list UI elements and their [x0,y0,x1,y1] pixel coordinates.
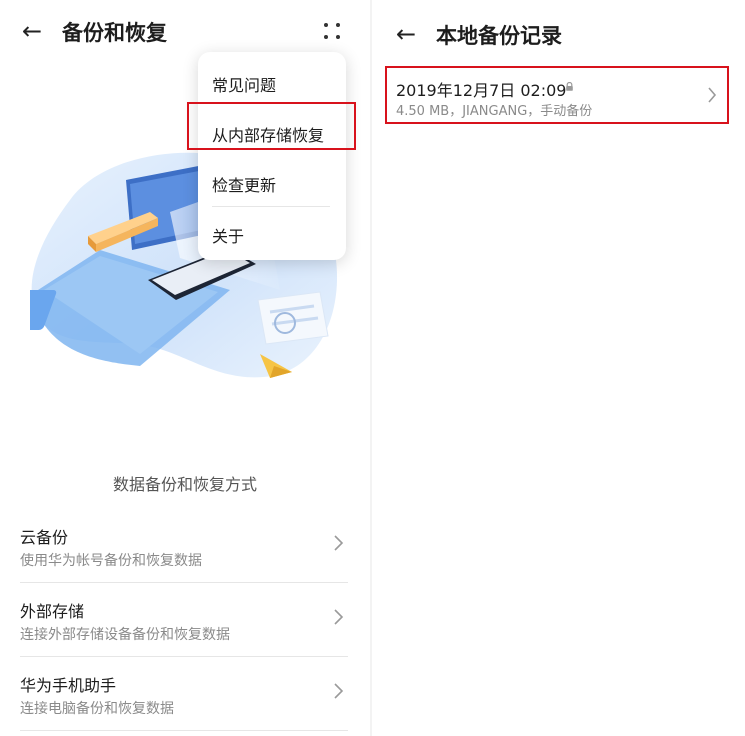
menu-item-check-updates[interactable]: 检查更新 [212,172,332,196]
option-title: 云备份 [20,528,69,547]
chevron-right-icon [708,87,717,103]
page-title: 备份和恢复 [62,21,167,45]
page-title: 本地备份记录 [436,24,562,48]
more-vertical-dots-icon[interactable] [320,20,346,44]
chevron-right-icon [334,609,344,625]
highlight-box [187,102,356,150]
menu-divider [212,206,330,207]
back-arrow-icon[interactable]: ← [22,19,42,43]
section-title: 数据备份和恢复方式 [112,475,257,494]
option-subtitle: 连接外部存储设备备份和恢复数据 [20,627,230,643]
option-title: 华为手机助手 [20,676,117,695]
record-details: 4.50 MB，JIANGANG，手动备份 [396,104,593,119]
menu-item-about[interactable]: 关于 [212,223,332,247]
backup-restore-screen: ← 备份和恢复 常见问题 从内部存储恢复 检查更新 关于 数据备份和恢复方式 云… [0,0,370,736]
chevron-right-icon [334,535,344,551]
option-subtitle: 连接电脑备份和恢复数据 [20,701,174,717]
option-subtitle: 使用华为帐号备份和恢复数据 [20,553,202,569]
option-cloud-backup[interactable]: 云备份 使用华为帐号备份和恢复数据 [20,510,348,583]
local-backup-records-screen: ← 本地备份记录 2019年12月7日 02:09 4.50 MB，JIANGA… [372,0,745,736]
option-external-storage[interactable]: 外部存储 连接外部存储设备备份和恢复数据 [20,584,348,657]
record-date-time: 2019年12月7日 02:09 [396,81,567,100]
backup-record-item[interactable]: 2019年12月7日 02:09 4.50 MB，JIANGANG，手动备份 [385,66,729,124]
lock-icon [566,82,573,91]
menu-item-faq[interactable]: 常见问题 [212,72,332,96]
option-hisuite[interactable]: 华为手机助手 连接电脑备份和恢复数据 [20,658,348,731]
overflow-menu: 常见问题 从内部存储恢复 检查更新 关于 [198,52,346,260]
option-title: 外部存储 [20,602,85,621]
back-arrow-icon[interactable]: ← [396,22,416,46]
chevron-right-icon [334,683,344,699]
